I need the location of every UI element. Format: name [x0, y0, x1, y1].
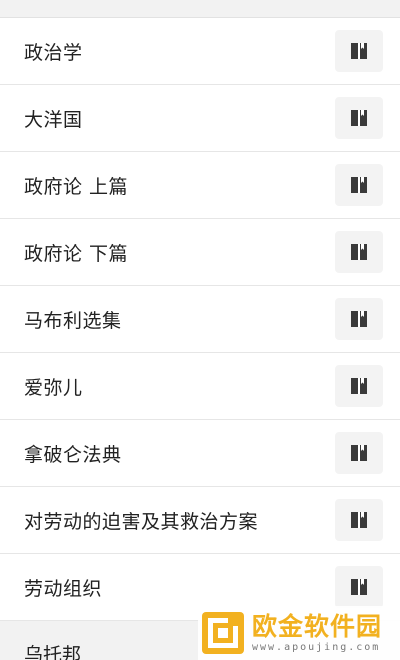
open-book-button[interactable] [335, 30, 383, 72]
list-item[interactable]: 大洋国 [0, 85, 400, 152]
open-book-button[interactable] [335, 499, 383, 541]
list-item[interactable]: 政府论 下篇 [0, 219, 400, 286]
list-item-label: 大洋国 [24, 108, 83, 131]
list-item-label: 爱弥儿 [24, 376, 83, 399]
book-icon [351, 311, 367, 327]
book-icon [351, 378, 367, 394]
book-icon [351, 579, 367, 595]
list-item-label: 乌托邦 [24, 644, 82, 660]
open-book-button[interactable] [335, 164, 383, 206]
open-book-button[interactable] [335, 97, 383, 139]
book-icon [351, 512, 367, 528]
list-item[interactable]: 对劳动的迫害及其救治方案 [0, 487, 400, 554]
list-item[interactable]: 拿破仑法典 [0, 420, 400, 487]
apoujing-logo-icon [202, 612, 244, 654]
list-item-label: 对劳动的迫害及其救治方案 [24, 510, 259, 533]
list-item-label: 政府论 下篇 [24, 242, 129, 265]
open-book-button[interactable] [335, 365, 383, 407]
book-list: 政治学 大洋国 政府论 上篇 政府论 下篇 马布利选集 爱弥儿 拿破仑法典 对劳… [0, 17, 400, 621]
list-item[interactable]: 爱弥儿 [0, 353, 400, 420]
open-book-button[interactable] [335, 566, 383, 608]
watermark-text: 欧金软件园 www.apoujing.com [252, 614, 382, 653]
book-icon [351, 43, 367, 59]
list-item-label: 马布利选集 [24, 309, 122, 332]
open-book-button[interactable] [335, 231, 383, 273]
list-item-label: 拿破仑法典 [24, 443, 122, 466]
list-item-label: 政治学 [24, 41, 83, 64]
watermark-url: www.apoujing.com [252, 641, 381, 653]
book-icon [351, 445, 367, 461]
open-book-button[interactable] [335, 432, 383, 474]
list-item-label: 劳动组织 [24, 577, 103, 600]
list-item[interactable]: 马布利选集 [0, 286, 400, 353]
watermark-title: 欧金软件园 [252, 611, 383, 641]
site-watermark: 欧金软件园 www.apoujing.com [198, 606, 400, 660]
page: 政治学 大洋国 政府论 上篇 政府论 下篇 马布利选集 爱弥儿 拿破仑法典 对劳… [0, 0, 400, 660]
list-item-partial[interactable]: 乌托邦 [24, 640, 81, 660]
open-book-button[interactable] [335, 298, 383, 340]
book-icon [351, 244, 367, 260]
list-item[interactable]: 政府论 上篇 [0, 152, 400, 219]
list-item[interactable]: 政治学 [0, 18, 400, 85]
book-icon [351, 177, 367, 193]
list-item-label: 政府论 上篇 [24, 175, 129, 198]
book-icon [351, 110, 367, 126]
